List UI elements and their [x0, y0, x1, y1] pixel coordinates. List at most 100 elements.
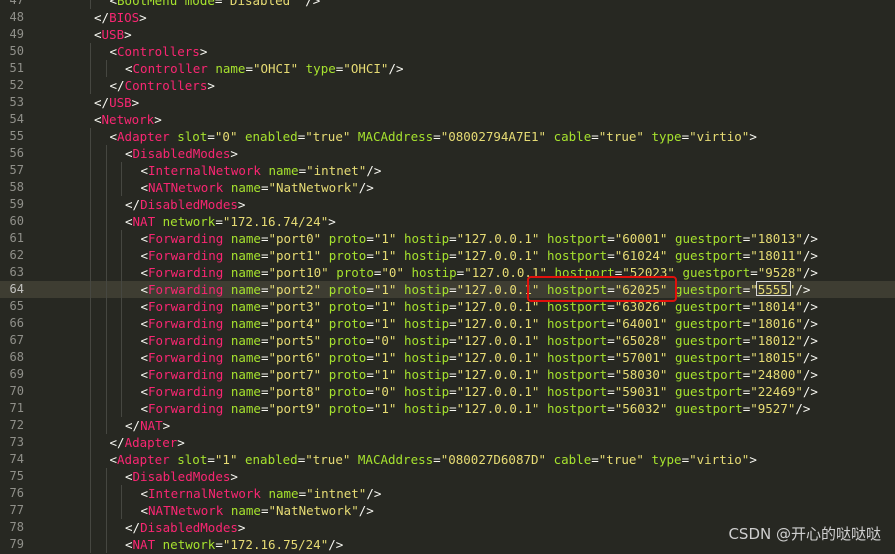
- indent-guide: [105, 264, 107, 281]
- code-text: <Forwarding name="port9" proto="1" hosti…: [141, 400, 811, 417]
- punctuation: [223, 282, 231, 297]
- punctuation: [667, 299, 675, 314]
- punctuation: =: [449, 282, 457, 297]
- punctuation: [350, 129, 358, 144]
- code-line[interactable]: 77 <NATNetwork name="NatNetwork"/>: [10, 502, 895, 519]
- code-line[interactable]: 59 </DisabledModes>: [10, 196, 895, 213]
- code-line[interactable]: 72 </NAT>: [10, 417, 895, 434]
- attribute-value: "08002794A7E1": [440, 129, 547, 144]
- attribute-name: hostip: [403, 299, 450, 314]
- punctuation: />: [802, 299, 818, 314]
- code-line[interactable]: 62 <Forwarding name="port1" proto="1" hos…: [10, 247, 895, 264]
- line-number: 50: [9, 44, 24, 58]
- attribute-name: hostip: [403, 316, 450, 331]
- punctuation: </: [125, 418, 141, 433]
- punctuation: [350, 452, 358, 467]
- line-number: 72: [9, 418, 24, 432]
- punctuation: =: [591, 129, 599, 144]
- tag-name: NAT: [132, 537, 156, 552]
- tag-name: Forwarding: [148, 384, 224, 399]
- indent-guide: [90, 196, 91, 213]
- indent-guide: [121, 264, 122, 281]
- code-line[interactable]: 57 <InternalNetwork name="intnet"/>: [10, 162, 895, 179]
- watermark: CSDN @开心的哒哒哒: [728, 525, 881, 543]
- code-text: <NATNetwork name="NatNetwork"/>: [141, 179, 374, 196]
- attribute-name: name: [215, 61, 246, 76]
- tag-name: BIOS: [109, 10, 140, 25]
- punctuation: [539, 350, 547, 365]
- punctuation: >: [237, 197, 246, 212]
- code-line[interactable]: 64 <Forwarding name="port2" proto="1" hos…: [0, 281, 895, 298]
- code-line[interactable]: 58 <NATNetwork name="NatNetwork"/>: [10, 179, 895, 196]
- punctuation: />: [795, 401, 811, 416]
- indent-guide: [90, 264, 91, 281]
- code-line[interactable]: 53 </USB>: [10, 94, 895, 111]
- code-line[interactable]: 74 <Adapter slot="1" enabled="true" MACAd…: [10, 451, 895, 468]
- code-line[interactable]: 75 <DisabledModes>: [10, 468, 895, 485]
- code-editor[interactable]: 47 <BootMenu mode="Disabled" /> 48 </BIOS> 4…: [0, 0, 895, 554]
- punctuation: [539, 282, 547, 297]
- punctuation: />: [366, 486, 382, 501]
- attribute-value: "OHCI": [252, 61, 299, 76]
- line-number: 62: [9, 248, 24, 262]
- attribute-value: "port8": [268, 384, 322, 399]
- attribute-name: hostip: [403, 401, 450, 416]
- indent-guide: [105, 213, 107, 230]
- attribute-name: name: [230, 299, 261, 314]
- code-line[interactable]: 63 <Forwarding name="port10" proto="0" ho…: [10, 264, 895, 281]
- code-line[interactable]: 70 <Forwarding name="port8" proto="0" hos…: [10, 383, 895, 400]
- punctuation: [667, 384, 675, 399]
- punctuation: =: [607, 248, 615, 263]
- tag-name: Forwarding: [148, 401, 224, 416]
- code-line[interactable]: 48 </BIOS>: [10, 9, 895, 26]
- punctuation: <: [140, 282, 149, 297]
- attribute-value: "port10": [268, 265, 329, 280]
- tag-name: Adapter: [124, 435, 178, 450]
- code-line[interactable]: 60 <NAT network="172.16.74/24">: [10, 213, 895, 230]
- tag-name: Forwarding: [148, 265, 224, 280]
- code-line[interactable]: 71 <Forwarding name="port9" proto="1" hos…: [10, 400, 895, 417]
- punctuation: [223, 503, 231, 518]
- code-area[interactable]: 47 <BootMenu mode="Disabled" /> 48 </BIOS> 4…: [0, 0, 895, 554]
- punctuation: =: [366, 231, 374, 246]
- code-line[interactable]: 67 <Forwarding name="port5" proto="0" hos…: [10, 332, 895, 349]
- attribute-name: proto: [328, 333, 367, 348]
- punctuation: [223, 248, 231, 263]
- code-text: <Adapter slot="0" enabled="true" MACAddr…: [110, 128, 757, 145]
- attribute-value: "1": [373, 401, 397, 416]
- code-line[interactable]: 76 <InternalNetwork name="intnet"/>: [10, 485, 895, 502]
- code-text: <Forwarding name="port5" proto="0" hosti…: [141, 332, 818, 349]
- code-line[interactable]: 65 <Forwarding name="port3" proto="1" hos…: [10, 298, 895, 315]
- code-line[interactable]: 56 <DisabledModes>: [10, 145, 895, 162]
- punctuation: <: [140, 299, 149, 314]
- code-line[interactable]: 51 <Controller name="OHCI" type="OHCI"/>: [10, 60, 895, 77]
- attribute-name: proto: [328, 350, 367, 365]
- code-text: <Forwarding name="port4" proto="1" hosti…: [141, 315, 818, 332]
- punctuation: =: [750, 265, 758, 280]
- code-line[interactable]: 61 <Forwarding name="port0" proto="1" hos…: [10, 230, 895, 247]
- attribute-value: "true": [598, 129, 644, 144]
- code-line[interactable]: 69 <Forwarding name="port7" proto="1" hos…: [10, 366, 895, 383]
- code-line[interactable]: 47 <BootMenu mode="Disabled" />: [10, 0, 895, 9]
- indent-guide: [90, 400, 91, 417]
- punctuation: =: [298, 163, 307, 178]
- code-line[interactable]: 66 <Forwarding name="port4" proto="1" hos…: [10, 315, 895, 332]
- indent-guide: [121, 298, 122, 315]
- code-line[interactable]: 73 </Adapter>: [10, 434, 895, 451]
- code-line[interactable]: 68 <Forwarding name="port6" proto="1" hos…: [10, 349, 895, 366]
- attribute-value: "0": [214, 129, 238, 144]
- code-line[interactable]: 52 </Controllers>: [10, 77, 895, 94]
- code-line[interactable]: 55 <Adapter slot="0" enabled="true" MACAd…: [10, 128, 895, 145]
- attribute-value: "1": [373, 248, 397, 263]
- indent-guide: [105, 60, 107, 77]
- code-line[interactable]: 50 <Controllers>: [10, 43, 895, 60]
- code-line[interactable]: 49 <USB>: [10, 26, 895, 43]
- punctuation: [539, 333, 547, 348]
- punctuation: =: [366, 299, 374, 314]
- punctuation: <: [125, 469, 133, 484]
- punctuation: <: [94, 27, 102, 42]
- punctuation: [396, 384, 404, 399]
- code-line[interactable]: 54 <Network>: [10, 111, 895, 128]
- line-number: 69: [9, 367, 24, 381]
- indent-guide: [105, 162, 107, 179]
